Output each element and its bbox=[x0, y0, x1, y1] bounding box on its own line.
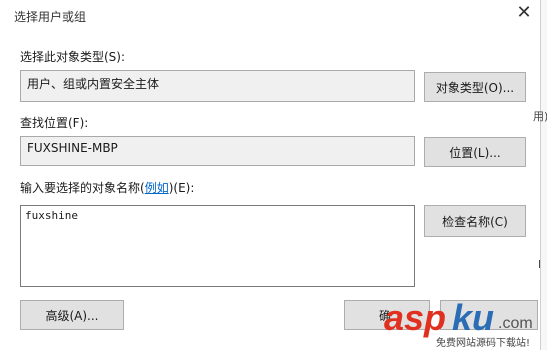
object-names-value: fuxshine bbox=[25, 209, 78, 222]
background-window-fragment-2: l bbox=[538, 258, 542, 271]
advanced-button[interactable]: 高级(A)... bbox=[20, 300, 124, 330]
object-names-label-prefix: 输入要选择的对象名称( bbox=[20, 181, 145, 195]
location-field: FUXSHINE-MBP bbox=[20, 136, 415, 166]
watermark-suffix: .com bbox=[498, 315, 533, 332]
object-type-value: 用户、组或内置安全主体 bbox=[27, 77, 160, 91]
dialog-title: 选择用户或组 bbox=[14, 10, 87, 24]
check-names-button[interactable]: 检查名称(C) bbox=[424, 205, 526, 237]
location-label: 查找位置(F): bbox=[20, 116, 89, 130]
watermark-brand-asp: asp bbox=[384, 297, 446, 338]
object-names-input[interactable]: fuxshine bbox=[20, 205, 415, 287]
watermark-graphic: asp ku .com 免费网站源码下载站! bbox=[384, 297, 533, 349]
object-names-label: 输入要选择的对象名称(例如)(E): bbox=[20, 179, 194, 196]
close-icon[interactable]: ✕ bbox=[514, 3, 534, 23]
watermark-tagline: 免费网站源码下载站! bbox=[436, 336, 530, 349]
object-types-button[interactable]: 对象类型(O)... bbox=[424, 72, 526, 102]
object-type-field: 用户、组或内置安全主体 bbox=[20, 70, 415, 102]
object-names-label-suffix: )(E): bbox=[168, 181, 195, 195]
object-type-label: 选择此对象类型(S): bbox=[20, 50, 126, 64]
background-window-fragment: 用) bbox=[533, 110, 547, 123]
site-watermark: asp ku .com 免费网站源码下载站! bbox=[380, 294, 547, 350]
location-value: FUXSHINE-MBP bbox=[27, 141, 118, 155]
watermark-brand-ku: ku bbox=[452, 297, 494, 338]
locations-button[interactable]: 位置(L)... bbox=[424, 137, 526, 167]
examples-link[interactable]: 例如 bbox=[145, 181, 169, 195]
